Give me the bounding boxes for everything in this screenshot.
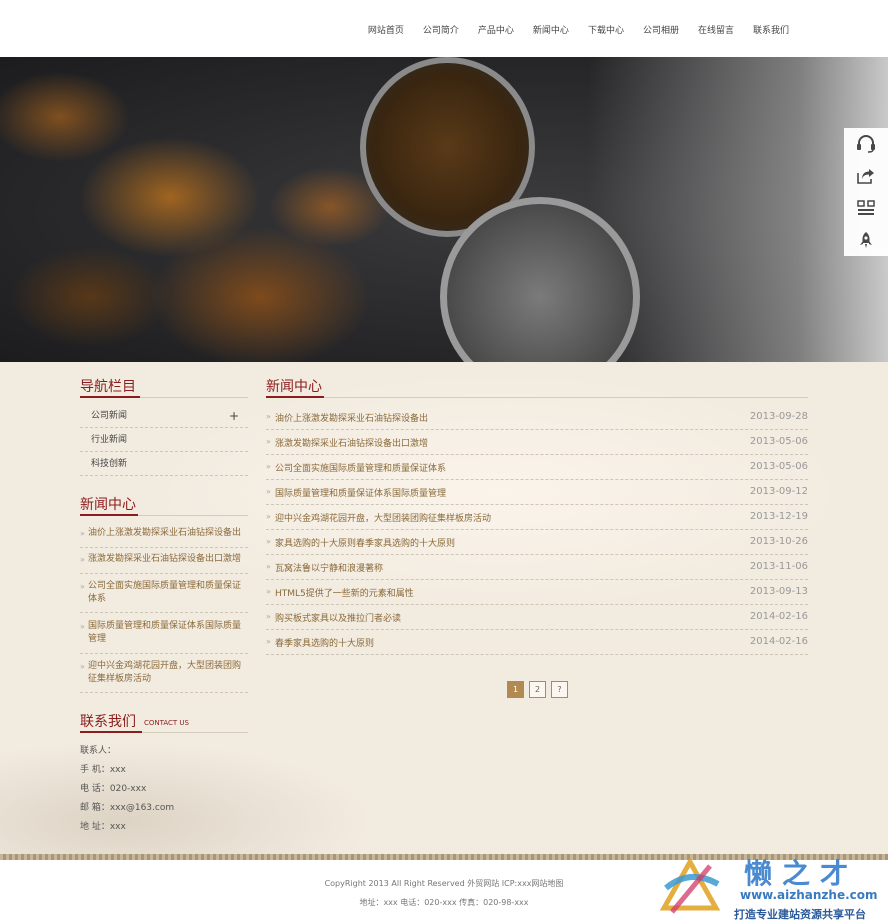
side-news-item[interactable]: 涨激发勘探采业石油钻探设备出口激增 — [80, 553, 248, 574]
watermark-logo-icon — [659, 858, 721, 914]
news-title: 购买板式家具以及推拉门者必读 — [275, 614, 402, 624]
left-nav-item-label: 行业新闻 — [91, 435, 128, 445]
bullet-arrow-icon: » — [266, 412, 271, 421]
watermark-slogan: 打造专业建站资源共享平台 — [734, 908, 866, 921]
rocket-icon[interactable] — [844, 224, 888, 256]
side-news-item[interactable]: 迎中兴金鸡湖花园开盘，大型团装团购征集样板房活动 — [80, 660, 248, 693]
news-title: 瓦窝法鲁以宁静和浪漫著称 — [275, 564, 384, 574]
left-nav-item-label: 公司新闻 — [91, 411, 128, 421]
news-row[interactable]: » 家具选购的十大原则春季家具选购的十大原则 2013-10-26 — [266, 530, 808, 555]
news-date: 2013-09-28 — [749, 411, 808, 422]
bullet-arrow-icon: » — [266, 612, 271, 621]
floating-toolbar — [844, 128, 888, 256]
news-title: 家具选购的十大原则春季家具选购的十大原则 — [275, 539, 456, 549]
news-row[interactable]: » 油价上涨激发勘探采业石油钻探设备出 2013-09-28 — [266, 405, 808, 430]
bullet-arrow-icon: » — [266, 562, 271, 571]
news-date: 2013-10-26 — [749, 536, 808, 547]
news-date: 2013-09-13 — [749, 586, 808, 597]
page-button-1[interactable]: 1 — [507, 681, 524, 698]
news-row[interactable]: » 购买板式家具以及推拉门者必读 2014-02-16 — [266, 605, 808, 630]
news-title: 春季家具选购的十大原则 — [275, 639, 375, 649]
nav-item-message[interactable]: 在线留言 — [698, 23, 734, 36]
share-icon[interactable] — [844, 160, 888, 192]
nav-item-downloads[interactable]: 下载中心 — [588, 23, 624, 36]
bullet-arrow-icon: » — [266, 637, 271, 646]
contact-mobile: 手 机：xxx — [80, 765, 126, 775]
side-news-item[interactable]: 公司全面实施国际质量管理和质量保证体系 — [80, 580, 248, 613]
news-row[interactable]: » 瓦窝法鲁以宁静和浪漫著称 2013-11-06 — [266, 555, 808, 580]
left-nav-item-industry-news[interactable]: 行业新闻 — [80, 428, 248, 452]
left-news-title: 新闻中心 — [80, 497, 136, 513]
page-button-2[interactable]: 2 — [529, 681, 546, 698]
news-title: 油价上涨激发勘探采业石油钻探设备出 — [275, 414, 429, 424]
nav-item-news[interactable]: 新闻中心 — [533, 23, 569, 36]
news-row[interactable]: » HTML5提供了一些新的元素和属性 2013-09-13 — [266, 580, 808, 605]
left-nav-item-label: 科技创新 — [91, 459, 128, 469]
news-title: 公司全面实施国际质量管理和质量保证体系 — [275, 464, 447, 474]
news-date: 2013-11-06 — [749, 561, 808, 572]
left-news-title-underline — [80, 514, 138, 516]
banner-tea-leaves — [0, 57, 420, 362]
banner-slider[interactable] — [0, 57, 888, 362]
side-news-title: 公司全面实施国际质量管理和质量保证体系 — [88, 581, 242, 604]
main-news-title-line — [266, 397, 808, 398]
nav-item-home[interactable]: 网站首页 — [368, 23, 404, 36]
header: 网站首页 公司简介 产品中心 新闻中心 下载中心 公司相册 在线留言 联系我们 — [0, 0, 888, 57]
news-date: 2014-02-16 — [749, 636, 808, 647]
main-news-title-underline — [266, 396, 324, 398]
side-news-item[interactable]: 油价上涨激发勘探采业石油钻探设备出 — [80, 527, 248, 548]
bullet-arrow-icon: » — [266, 587, 271, 596]
side-news-title: 迎中兴金鸡湖花园开盘，大型团装团购征集样板房活动 — [88, 661, 242, 684]
bullet-arrow-icon: » — [266, 537, 271, 546]
nav-item-products[interactable]: 产品中心 — [478, 23, 514, 36]
news-title: HTML5提供了一些新的元素和属性 — [275, 589, 414, 599]
news-date: 2013-05-06 — [749, 461, 808, 472]
left-nav-title-underline — [80, 396, 140, 398]
main-news-title: 新闻中心 — [266, 379, 322, 395]
contact-person: 联系人： — [80, 746, 117, 756]
left-nav-title: 导航栏目 — [80, 379, 136, 395]
side-news-item[interactable]: 国际质量管理和质量保证体系国际质量管理 — [80, 620, 248, 654]
news-row[interactable]: » 涨激发勘探采业石油钻探设备出口激增 2013-05-06 — [266, 430, 808, 455]
news-row[interactable]: » 公司全面实施国际质量管理和质量保证体系 2013-05-06 — [266, 455, 808, 480]
bullet-arrow-icon: » — [266, 437, 271, 446]
expand-plus-icon[interactable]: + — [229, 404, 239, 428]
news-title: 国际质量管理和质量保证体系国际质量管理 — [275, 489, 447, 499]
qrcode-icon[interactable] — [844, 192, 888, 224]
contact-subtitle: CONTACT US — [144, 719, 189, 727]
nav-item-about[interactable]: 公司简介 — [423, 23, 459, 36]
contact-phone: 电 话：020-xxx — [80, 784, 147, 794]
watermark-brand: 懒之才 — [744, 857, 859, 890]
contact-email: 邮 箱：xxx@163.com — [80, 803, 175, 813]
news-row[interactable]: » 国际质量管理和质量保证体系国际质量管理 2013-09-12 — [266, 480, 808, 505]
side-news-title: 涨激发勘探采业石油钻探设备出口激增 — [88, 554, 242, 564]
side-news-title: 国际质量管理和质量保证体系国际质量管理 — [88, 621, 242, 644]
contact-title-underline — [80, 731, 142, 733]
news-date: 2014-02-16 — [749, 611, 808, 622]
news-row[interactable]: » 春季家具选购的十大原则 2014-02-16 — [266, 630, 808, 655]
left-nav-item-company-news[interactable]: 公司新闻 + — [80, 404, 248, 428]
pagination: 1 2 ? — [507, 681, 568, 698]
bullet-arrow-icon: » — [266, 462, 271, 471]
news-date: 2013-12-19 — [749, 511, 808, 522]
news-date: 2013-09-12 — [749, 486, 808, 497]
nav-item-album[interactable]: 公司相册 — [643, 23, 679, 36]
left-nav-item-tech[interactable]: 科技创新 — [80, 452, 248, 476]
page-button-next[interactable]: ? — [551, 681, 568, 698]
contact-title: 联系我们 — [80, 714, 136, 730]
watermark: 懒之才 www.aizhanzhe.com 打造专业建站资源共享平台 — [648, 852, 888, 924]
news-title: 迎中兴金鸡湖花园开盘，大型团装团购征集样板房活动 — [275, 514, 492, 524]
main-nav: 网站首页 公司简介 产品中心 新闻中心 下载中心 公司相册 在线留言 联系我们 — [349, 23, 789, 36]
watermark-url: www.aizhanzhe.com — [740, 888, 878, 902]
news-row[interactable]: » 迎中兴金鸡湖花园开盘，大型团装团购征集样板房活动 2013-12-19 — [266, 505, 808, 530]
news-date: 2013-05-06 — [749, 436, 808, 447]
side-news-title: 油价上涨激发勘探采业石油钻探设备出 — [88, 528, 242, 538]
contact-address: 地 址：xxx — [80, 822, 126, 832]
nav-item-contact[interactable]: 联系我们 — [753, 23, 789, 36]
news-title: 涨激发勘探采业石油钻探设备出口激增 — [275, 439, 429, 449]
bullet-arrow-icon: » — [266, 512, 271, 521]
headset-icon[interactable] — [844, 128, 888, 160]
bullet-arrow-icon: » — [266, 487, 271, 496]
